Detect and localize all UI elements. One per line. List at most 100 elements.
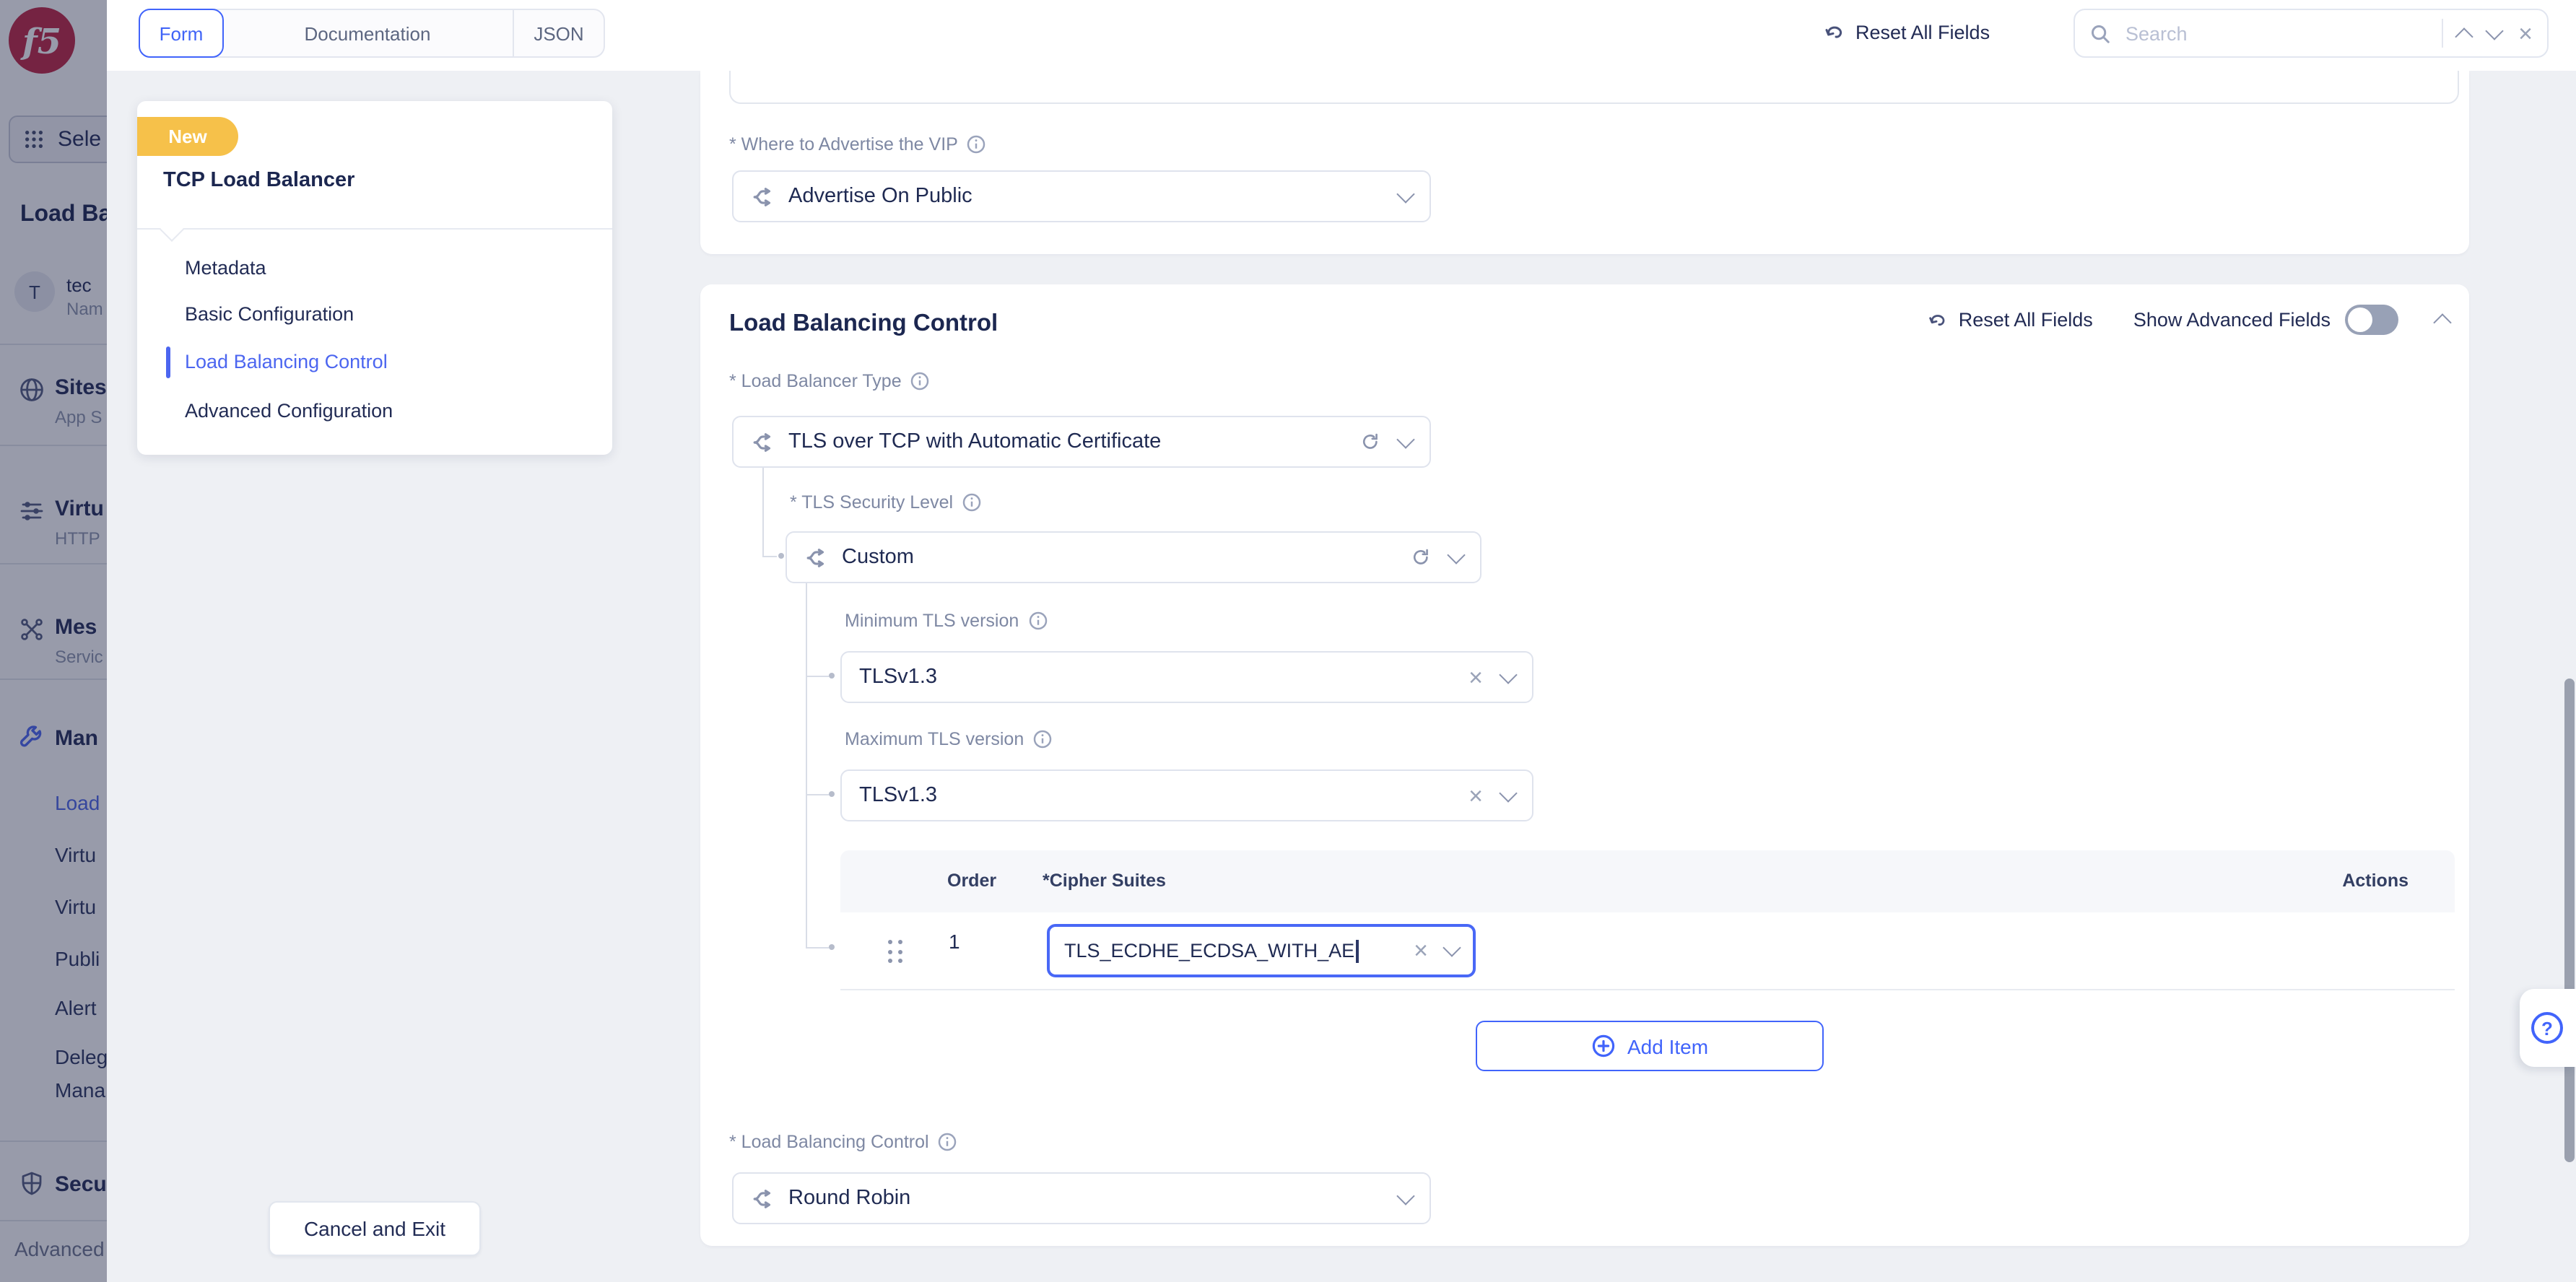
wizard-panel: New TCP Load Balancer Metadata Basic Con…	[137, 101, 612, 455]
tree-dot	[829, 791, 835, 797]
add-item-label: Add Item	[1627, 1034, 1708, 1058]
column-cipher-suites: *Cipher Suites	[1043, 871, 1166, 891]
info-icon[interactable]	[1032, 729, 1053, 749]
advertise-label: * Where to Advertise the VIP	[729, 134, 958, 154]
min-tls-value: TLSv1.3	[859, 666, 937, 689]
app-root: Form Documentation JSON Reset All Fields…	[0, 0, 2576, 1282]
panel-nav-load-balancing-control[interactable]: Load Balancing Control	[185, 351, 388, 372]
section-title: Load Balancing Control	[729, 310, 998, 338]
lb-control-label: * Load Balancing Control	[729, 1132, 929, 1152]
tls-level-select[interactable]: Custom	[786, 531, 1481, 583]
advertise-card: * Where to Advertise the VIP Advertise O…	[700, 71, 2469, 254]
info-icon[interactable]	[967, 134, 987, 154]
branch-icon	[751, 429, 775, 454]
cancel-and-exit-button[interactable]: Cancel and Exit	[269, 1201, 481, 1256]
search-prev-icon[interactable]	[2455, 27, 2473, 45]
advertise-label-row: * Where to Advertise the VIP	[729, 134, 987, 154]
reset-all-fields-label: Reset All Fields	[1959, 309, 2093, 331]
panel-nav-metadata[interactable]: Metadata	[185, 257, 266, 279]
vertical-scrollbar-thumb[interactable]	[2564, 679, 2575, 1162]
form-view-tabs: Form Documentation JSON	[139, 9, 605, 58]
undo-icon	[1927, 309, 1949, 331]
tab-form[interactable]: Form	[139, 9, 224, 58]
info-icon[interactable]	[910, 371, 931, 391]
drag-handle-icon[interactable]	[888, 940, 902, 963]
max-tls-value: TLSv1.3	[859, 784, 937, 807]
collapse-section-icon[interactable]	[2433, 313, 2451, 331]
min-tls-select[interactable]: TLSv1.3 ×	[840, 651, 1533, 703]
cipher-suite-input[interactable]: TLS_ECDHE_ECDSA_WITH_AE ×	[1047, 924, 1476, 977]
reset-all-fields-top[interactable]: Reset All Fields	[1822, 20, 1990, 43]
max-tls-select[interactable]: TLSv1.3 ×	[840, 769, 1533, 821]
modal-dim-overlay[interactable]	[0, 0, 107, 1282]
tab-json[interactable]: JSON	[513, 10, 604, 56]
clear-icon[interactable]: ×	[1468, 665, 1483, 689]
add-circle-icon	[1591, 1034, 1616, 1058]
tree-dot	[778, 553, 784, 559]
search-icon	[2089, 22, 2111, 44]
clear-icon[interactable]: ×	[1468, 783, 1483, 808]
lb-control-select[interactable]: Round Robin	[732, 1172, 1431, 1224]
tls-level-value: Custom	[842, 546, 914, 569]
lb-control-label-row: * Load Balancing Control	[729, 1132, 958, 1152]
panel-divider	[137, 228, 612, 230]
text-caret	[1356, 939, 1358, 962]
chevron-down-icon	[1499, 783, 1517, 801]
row-divider	[840, 989, 2455, 990]
search-input[interactable]	[2123, 21, 2427, 45]
panel-nav-basic-configuration[interactable]: Basic Configuration	[185, 303, 354, 325]
panel-divider-notch	[160, 217, 184, 242]
toggle-knob	[2348, 308, 2372, 332]
new-badge: New	[137, 117, 238, 156]
refresh-icon[interactable]	[1411, 547, 1431, 567]
branch-icon	[751, 1186, 775, 1211]
min-tls-label: Minimum TLS version	[845, 611, 1019, 631]
chevron-down-icon	[1396, 184, 1414, 202]
tree-elbow	[762, 541, 777, 557]
tree-elbow	[806, 661, 829, 677]
tree-dot	[829, 944, 835, 950]
lb-type-label-row: * Load Balancer Type	[729, 371, 931, 391]
show-advanced-toggle[interactable]	[2345, 305, 2398, 335]
chevron-down-icon	[1443, 938, 1461, 956]
search-next-icon[interactable]	[2485, 21, 2503, 39]
info-icon[interactable]	[1027, 611, 1048, 631]
app-sidebar-dimmed: f5 Sele Load Ba T tec Nam	[0, 0, 107, 1282]
advertise-select[interactable]: Advertise On Public	[732, 170, 1431, 222]
lb-type-label: * Load Balancer Type	[729, 371, 902, 391]
lb-control-value: Round Robin	[788, 1187, 910, 1210]
branch-icon	[804, 545, 829, 570]
min-tls-label-row: Minimum TLS version	[845, 611, 1048, 631]
cipher-suites-table: Order *Cipher Suites Actions 1 TLS_ECDHE…	[840, 850, 2455, 1097]
section-controls: Reset All Fields Show Advanced Fields	[1927, 305, 2449, 335]
add-item-button[interactable]: Add Item	[1476, 1021, 1824, 1071]
search-close-icon[interactable]: ×	[2518, 21, 2533, 45]
help-tab[interactable]: ?	[2520, 989, 2576, 1067]
reset-all-fields-section[interactable]: Reset All Fields	[1927, 309, 2093, 331]
tree-dot	[829, 673, 835, 679]
info-icon[interactable]	[938, 1132, 958, 1152]
tab-documentation[interactable]: Documentation	[222, 10, 513, 56]
show-advanced-label: Show Advanced Fields	[2133, 309, 2331, 331]
branch-icon	[751, 184, 775, 209]
row-order-value: 1	[949, 930, 960, 953]
clear-icon[interactable]: ×	[1414, 938, 1428, 963]
table-header: Order *Cipher Suites Actions	[840, 850, 2455, 912]
lb-type-select[interactable]: TLS over TCP with Automatic Certificate	[732, 416, 1431, 468]
max-tls-label: Maximum TLS version	[845, 729, 1024, 749]
column-order: Order	[947, 871, 996, 891]
lb-type-value: TLS over TCP with Automatic Certificate	[788, 430, 1161, 453]
question-icon: ?	[2531, 1012, 2563, 1044]
tls-level-label: * TLS Security Level	[790, 492, 953, 513]
chevron-down-icon	[1396, 1186, 1414, 1204]
reset-all-fields-label: Reset All Fields	[1855, 21, 1990, 43]
advertise-value: Advertise On Public	[788, 185, 972, 208]
panel-title: TCP Load Balancer	[163, 169, 354, 192]
partial-input-field[interactable]	[729, 71, 2459, 104]
tree-elbow	[806, 933, 829, 949]
max-tls-label-row: Maximum TLS version	[845, 729, 1053, 749]
refresh-icon[interactable]	[1360, 432, 1380, 452]
info-icon[interactable]	[962, 492, 982, 513]
lb-control-card: Load Balancing Control Reset All Fields …	[700, 284, 2469, 1246]
panel-nav-advanced-configuration[interactable]: Advanced Configuration	[185, 400, 393, 422]
